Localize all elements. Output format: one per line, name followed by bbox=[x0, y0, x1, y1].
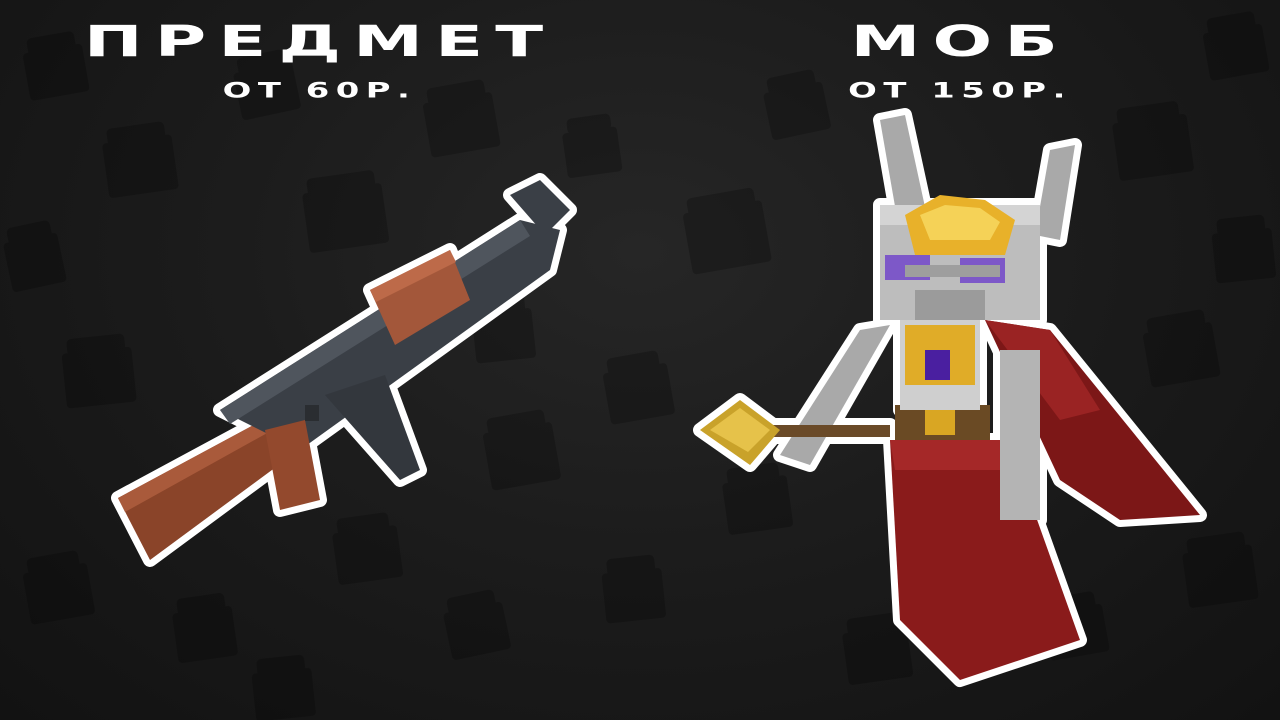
mob-right-arm bbox=[1000, 350, 1040, 520]
skeleton-king-icon bbox=[693, 108, 1207, 687]
promo-banner: ПРЕДМЕТ ОТ 60Р. МОБ ОТ 150Р. bbox=[0, 0, 1280, 720]
mob-scepter-staff bbox=[760, 425, 890, 437]
